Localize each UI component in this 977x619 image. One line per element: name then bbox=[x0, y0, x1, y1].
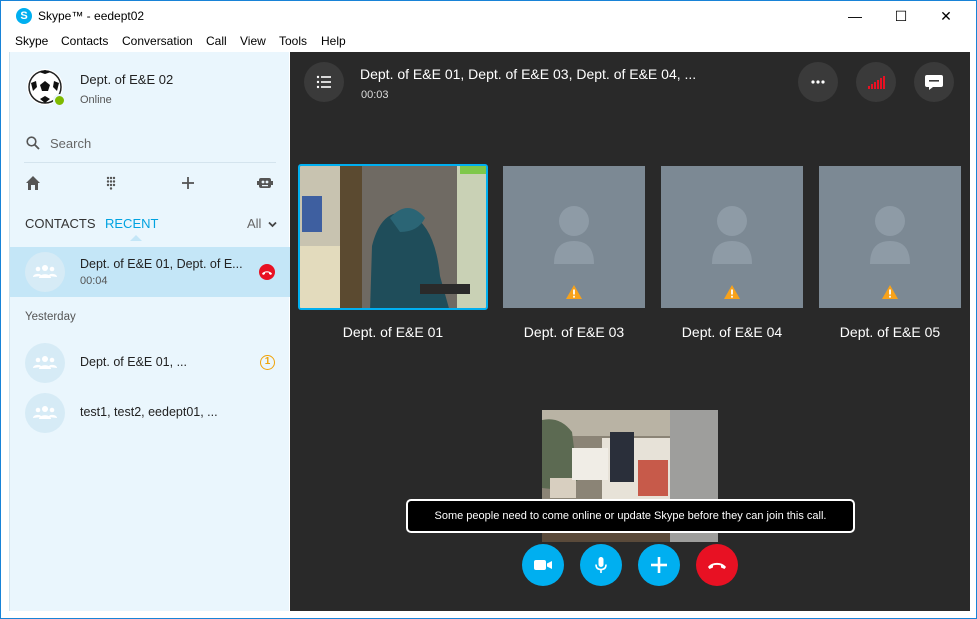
tab-recent[interactable]: RECENT bbox=[105, 216, 158, 231]
hang-up-icon bbox=[708, 562, 726, 569]
list-icon bbox=[316, 75, 331, 89]
group-icon bbox=[33, 406, 57, 419]
chevron-down-icon bbox=[268, 221, 277, 228]
group-avatar bbox=[25, 393, 65, 433]
microphone-icon bbox=[595, 557, 607, 573]
menu-skype[interactable]: Skype bbox=[15, 34, 48, 48]
maximize-button[interactable]: ☐ bbox=[878, 1, 924, 31]
conversation-title: Dept. of E&E 01, ... bbox=[80, 355, 188, 369]
menu-tools[interactable]: Tools bbox=[279, 34, 307, 48]
window-title: Skype™ - eedept02 bbox=[38, 9, 145, 23]
chat-icon bbox=[925, 75, 943, 90]
group-avatar bbox=[25, 343, 65, 383]
tab-indicator bbox=[130, 235, 142, 241]
conversation-item-active[interactable]: Dept. of E&E 01, Dept. of E... 00:04 bbox=[10, 247, 290, 297]
video-camera-icon bbox=[534, 560, 552, 570]
participant-video-feed bbox=[300, 166, 486, 308]
more-icon bbox=[811, 80, 825, 84]
section-label-yesterday: Yesterday bbox=[25, 311, 76, 323]
call-timer: 00:03 bbox=[361, 89, 389, 101]
participant-name: Dept. of E&E 04 bbox=[681, 324, 783, 340]
menu-view[interactable]: View bbox=[240, 34, 266, 48]
participant-name: Dept. of E&E 03 bbox=[523, 324, 625, 340]
search-input[interactable] bbox=[50, 133, 270, 153]
warning-icon bbox=[724, 285, 740, 299]
minimize-button[interactable]: — bbox=[832, 1, 878, 31]
warning-icon bbox=[882, 285, 898, 299]
menu-bar: Skype Contacts Conversation Call View To… bbox=[1, 31, 976, 52]
close-button[interactable]: ✕ bbox=[923, 1, 969, 31]
participant-tile[interactable] bbox=[819, 166, 961, 308]
home-icon[interactable] bbox=[24, 174, 42, 192]
participant-video-tile[interactable] bbox=[298, 164, 488, 310]
conversation-item[interactable]: Dept. of E&E 01, ... 1 bbox=[10, 338, 290, 388]
chat-button[interactable] bbox=[914, 62, 954, 102]
video-button[interactable] bbox=[522, 544, 564, 586]
mic-button[interactable] bbox=[580, 544, 622, 586]
participant-name: Dept. of E&E 01 bbox=[342, 324, 444, 340]
sidebar: Dept. of E&E 02 Online Search CONTACTS R… bbox=[9, 52, 290, 611]
group-icon bbox=[33, 265, 57, 278]
notification-badge: 1 bbox=[260, 355, 275, 370]
menu-call[interactable]: Call bbox=[206, 34, 227, 48]
profile-status[interactable]: Online bbox=[80, 94, 112, 106]
more-options-button[interactable] bbox=[798, 62, 838, 102]
bot-icon[interactable] bbox=[256, 174, 274, 192]
participant-tile[interactable] bbox=[503, 166, 645, 308]
call-notification-toast: Some people need to come online or updat… bbox=[406, 499, 855, 533]
search-icon bbox=[26, 136, 40, 150]
tab-contacts[interactable]: CONTACTS bbox=[25, 216, 96, 231]
skype-window: S Skype™ - eedept02 — ☐ ✕ Skype Contacts… bbox=[0, 0, 977, 619]
call-panel: Dept. of E&E 01, Dept. of E&E 03, Dept. … bbox=[290, 52, 970, 611]
conversation-title: Dept. of E&E 01, Dept. of E... bbox=[80, 257, 243, 271]
signal-strength-icon bbox=[868, 76, 885, 89]
all-filter-dropdown[interactable]: All bbox=[247, 216, 277, 231]
ongoing-call-icon bbox=[259, 264, 275, 280]
add-participant-button[interactable] bbox=[638, 544, 680, 586]
menu-help[interactable]: Help bbox=[321, 34, 346, 48]
profile-name[interactable]: Dept. of E&E 02 bbox=[80, 72, 173, 87]
skype-logo-icon: S bbox=[16, 8, 32, 24]
conversation-item[interactable]: test1, test2, eedept01, ... bbox=[10, 388, 290, 438]
warning-icon bbox=[566, 285, 582, 299]
call-quality-button[interactable] bbox=[856, 62, 896, 102]
menu-conversation[interactable]: Conversation bbox=[122, 34, 193, 48]
participants-list-button[interactable] bbox=[304, 62, 344, 102]
call-duration: 00:04 bbox=[80, 275, 108, 287]
all-filter-label: All bbox=[247, 216, 262, 231]
end-call-button[interactable] bbox=[696, 544, 738, 586]
plus-icon bbox=[651, 557, 667, 573]
participant-tile[interactable] bbox=[661, 166, 803, 308]
menu-contacts[interactable]: Contacts bbox=[61, 34, 108, 48]
call-title: Dept. of E&E 01, Dept. of E&E 03, Dept. … bbox=[360, 66, 697, 82]
conversation-title: test1, test2, eedept01, ... bbox=[80, 405, 218, 419]
title-bar: S Skype™ - eedept02 — ☐ ✕ bbox=[1, 1, 976, 31]
participant-name: Dept. of E&E 05 bbox=[839, 324, 941, 340]
dialpad-icon[interactable] bbox=[102, 174, 120, 192]
divider bbox=[24, 162, 276, 163]
presence-online-icon bbox=[53, 94, 66, 107]
group-icon bbox=[33, 356, 57, 369]
group-avatar bbox=[25, 252, 65, 292]
add-icon[interactable] bbox=[179, 174, 197, 192]
